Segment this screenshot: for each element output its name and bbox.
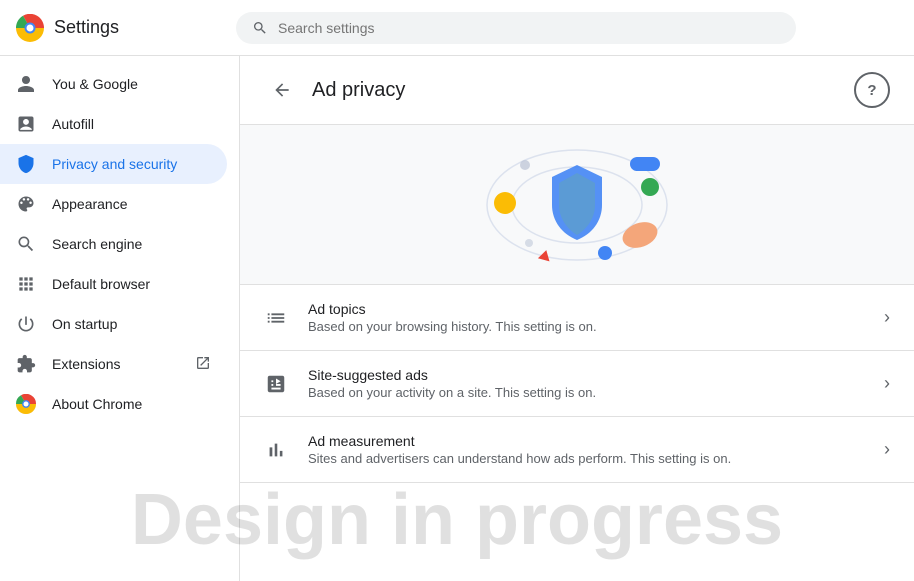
- site-ads-icon: [264, 372, 288, 396]
- appearance-icon: [16, 194, 36, 214]
- ad-measurement-text: Ad measurement Sites and advertisers can…: [308, 433, 864, 466]
- search-engine-icon: [16, 234, 36, 254]
- page-header: Ad privacy ?: [240, 56, 914, 125]
- autofill-icon: [16, 114, 36, 134]
- power-icon: [16, 314, 36, 334]
- site-ads-chevron: ›: [884, 373, 890, 394]
- chart-icon: [264, 438, 288, 462]
- about-chrome-icon: [16, 394, 36, 414]
- sidebar-item-you-google[interactable]: You & Google: [0, 64, 227, 104]
- settings-item-site-ads[interactable]: Site-suggested ads Based on your activit…: [240, 351, 914, 417]
- sidebar-item-default-browser[interactable]: Default browser: [0, 264, 227, 304]
- app-header: Settings: [0, 0, 914, 56]
- sidebar-label-about: About Chrome: [52, 396, 142, 412]
- ad-topics-icon: [264, 306, 288, 330]
- sidebar-item-extensions[interactable]: Extensions: [0, 344, 227, 384]
- external-link-icon: [195, 355, 211, 374]
- sidebar-label-privacy: Privacy and security: [52, 156, 177, 172]
- search-input[interactable]: [278, 20, 780, 36]
- settings-item-ad-topics[interactable]: Ad topics Based on your browsing history…: [240, 285, 914, 351]
- site-ads-text: Site-suggested ads Based on your activit…: [308, 367, 864, 400]
- chrome-logo-icon: [16, 14, 44, 42]
- app-title: Settings: [54, 17, 119, 38]
- sidebar-label-startup: On startup: [52, 316, 117, 332]
- settings-list: Ad topics Based on your browsing history…: [240, 285, 914, 483]
- ad-topics-desc: Based on your browsing history. This set…: [308, 319, 864, 334]
- search-icon: [252, 20, 268, 36]
- sidebar-label-you-google: You & Google: [52, 76, 138, 92]
- sidebar-label-browser: Default browser: [52, 276, 150, 292]
- site-ads-title: Site-suggested ads: [308, 367, 864, 383]
- sidebar-label-appearance: Appearance: [52, 196, 128, 212]
- help-button[interactable]: ?: [854, 72, 890, 108]
- search-bar[interactable]: [236, 12, 796, 44]
- ad-measurement-chevron: ›: [884, 439, 890, 460]
- ad-measurement-desc: Sites and advertisers can understand how…: [308, 451, 864, 466]
- help-icon: ?: [867, 82, 876, 99]
- hero-area: [240, 125, 914, 285]
- sidebar-label-search: Search engine: [52, 236, 142, 252]
- page-title: Ad privacy: [312, 79, 842, 102]
- ad-privacy-illustration: [457, 135, 697, 275]
- back-button[interactable]: [264, 72, 300, 108]
- puzzle-icon: [16, 354, 36, 374]
- sidebar-item-privacy-security[interactable]: Privacy and security: [0, 144, 227, 184]
- sidebar-item-search-engine[interactable]: Search engine: [0, 224, 227, 264]
- sidebar-item-autofill[interactable]: Autofill: [0, 104, 227, 144]
- sidebar-item-on-startup[interactable]: On startup: [0, 304, 227, 344]
- site-ads-desc: Based on your activity on a site. This s…: [308, 385, 864, 400]
- sidebar-label-extensions: Extensions: [52, 356, 120, 372]
- body-area: You & Google Autofill Privacy and securi…: [0, 56, 914, 581]
- logo-area: Settings: [16, 14, 236, 42]
- sidebar-item-appearance[interactable]: Appearance: [0, 184, 227, 224]
- browser-icon: [16, 274, 36, 294]
- ad-topics-chevron: ›: [884, 307, 890, 328]
- ad-topics-text: Ad topics Based on your browsing history…: [308, 301, 864, 334]
- ad-measurement-title: Ad measurement: [308, 433, 864, 449]
- settings-item-ad-measurement[interactable]: Ad measurement Sites and advertisers can…: [240, 417, 914, 483]
- sidebar: You & Google Autofill Privacy and securi…: [0, 56, 240, 581]
- sidebar-item-about-chrome[interactable]: About Chrome: [0, 384, 227, 424]
- person-icon: [16, 74, 36, 94]
- shield-icon: [16, 154, 36, 174]
- sidebar-label-autofill: Autofill: [52, 116, 94, 132]
- main-content: Ad privacy ?: [240, 56, 914, 581]
- ad-topics-title: Ad topics: [308, 301, 864, 317]
